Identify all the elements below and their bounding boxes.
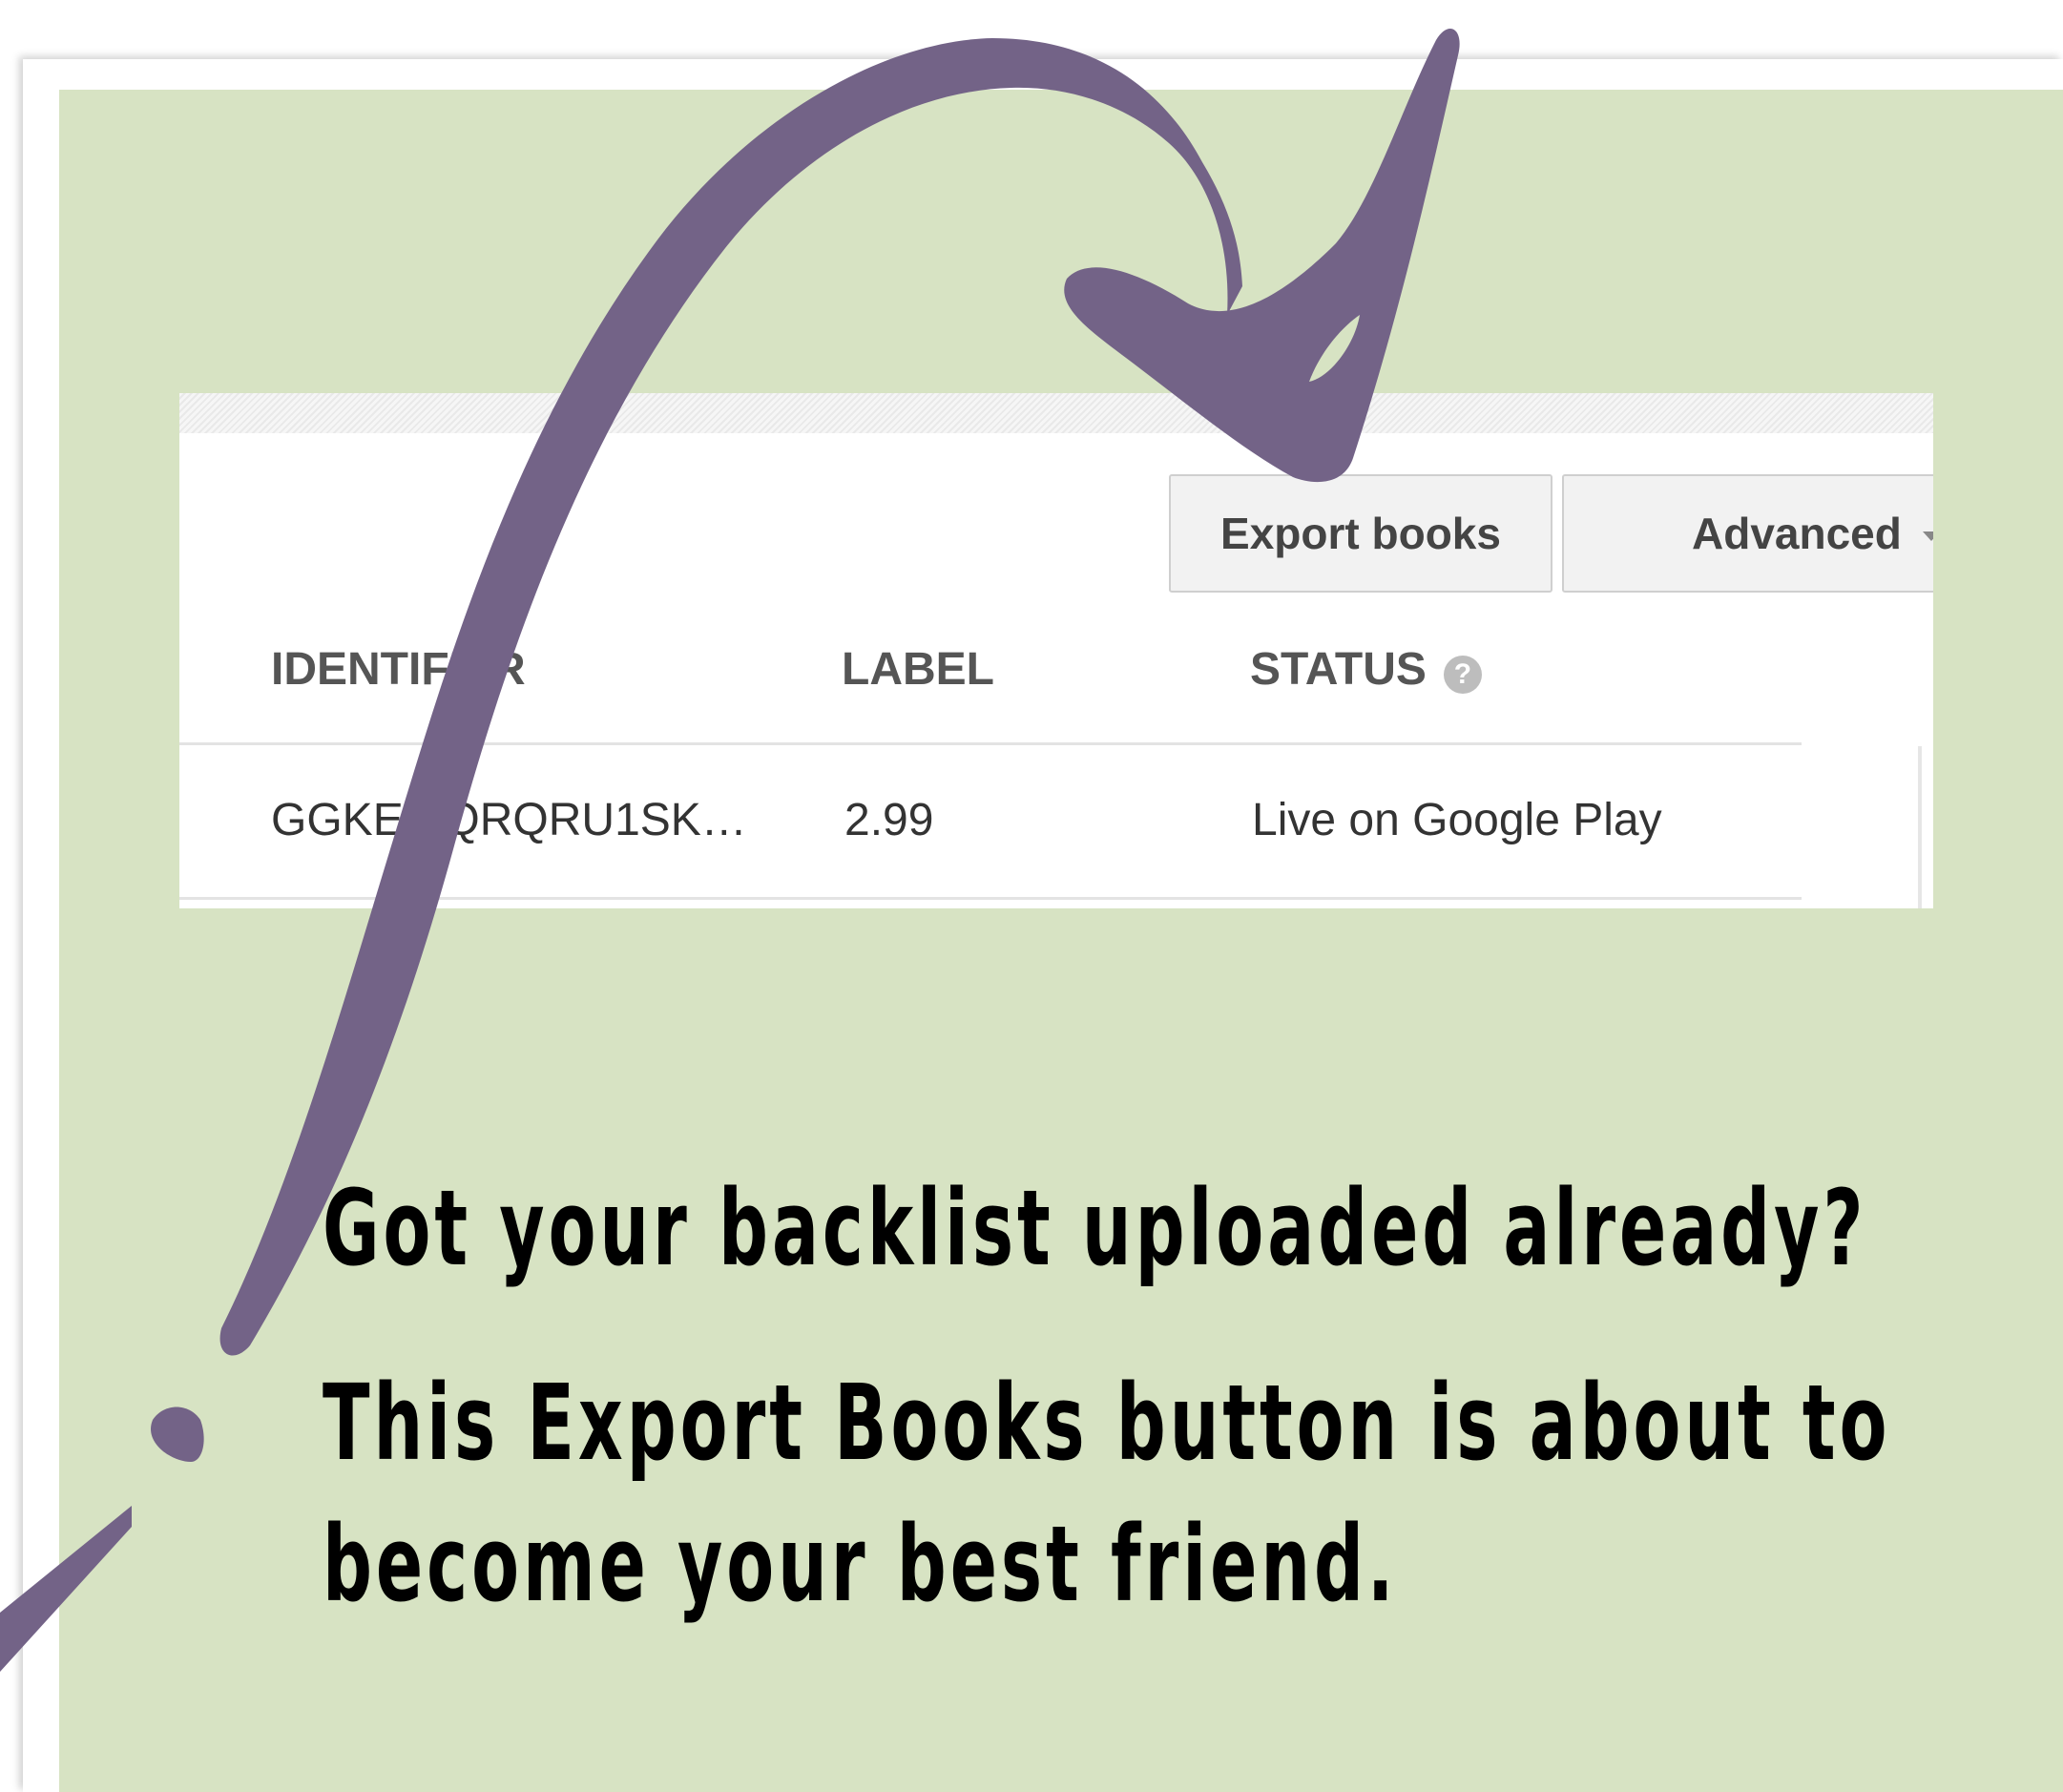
graphic-canvas: Export books Advanced IDENTIFIER LABEL S…	[0, 0, 2063, 1792]
advanced-dropdown-button[interactable]: Advanced	[1562, 474, 1933, 593]
help-icon[interactable]: ?	[1443, 655, 1482, 694]
cell-identifier: GGKEY:QRQRU1SK…	[271, 795, 747, 845]
chevron-down-icon	[1922, 531, 1933, 541]
export-books-label: Export books	[1220, 509, 1501, 558]
export-books-button[interactable]: Export books	[1169, 474, 1552, 593]
hatched-header-strip	[179, 393, 1933, 433]
publisher-screenshot: Export books Advanced IDENTIFIER LABEL S…	[179, 393, 1933, 908]
caption-line-1: Got your backlist uploaded already?	[323, 1167, 1867, 1289]
column-header-label[interactable]: LABEL	[842, 643, 994, 696]
column-header-status[interactable]: STATUS ?	[1250, 643, 1482, 696]
cell-status: Live on Google Play	[1252, 795, 1662, 845]
advanced-label: Advanced	[1692, 509, 1902, 558]
header-divider	[179, 742, 1802, 745]
status-header-label: STATUS	[1250, 644, 1427, 695]
column-header-identifier[interactable]: IDENTIFIER	[271, 643, 526, 696]
cell-label: 2.99	[844, 795, 934, 845]
scrollbar-track	[1918, 746, 1922, 908]
caption-line-2: This Export Books button is about to	[323, 1362, 1891, 1484]
caption-line-3: become your best friend.	[323, 1503, 1398, 1625]
row-divider	[179, 897, 1802, 900]
